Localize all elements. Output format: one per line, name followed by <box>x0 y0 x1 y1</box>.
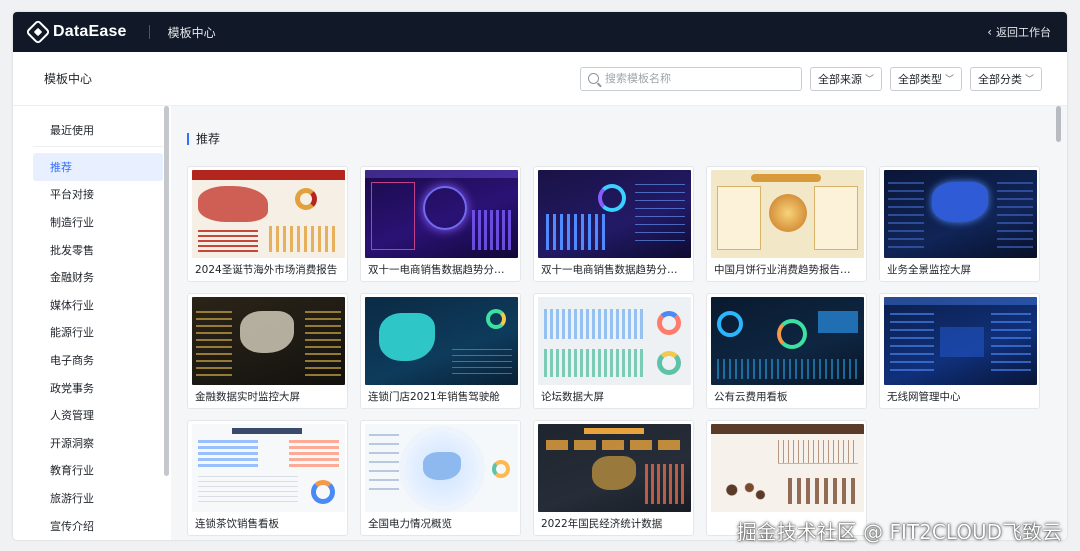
template-card[interactable]: 2024圣诞节海外市场消费报告 <box>187 166 348 282</box>
type-filter-select[interactable]: 全部类型 ﹀ <box>890 66 962 91</box>
template-card[interactable]: 连锁门店2021年销售驾驶舱 <box>360 293 521 409</box>
template-grid: 2024圣诞节海外市场消费报告 双十一电商销售数据趋势分析-2... 双十一电商… <box>187 166 1067 536</box>
template-name: 2024圣诞节海外市场消费报告 <box>195 264 338 276</box>
breadcrumb: 模板中心 <box>44 72 93 86</box>
template-name: 双十一电商销售数据趋势分析-... <box>541 264 692 276</box>
sidebar-item-recommended[interactable]: 推荐 <box>33 153 163 181</box>
template-card[interactable]: 连锁茶饮销售看板 <box>187 420 348 536</box>
sidebar-item-promotion[interactable]: 宣传介绍 <box>33 512 163 540</box>
category-filter-select[interactable]: 全部分类 ﹀ <box>970 66 1042 91</box>
sidebar-item-education[interactable]: 教育行业 <box>33 457 163 485</box>
sidebar-item-retail[interactable]: 批发零售 <box>33 236 163 264</box>
search-box[interactable] <box>580 66 802 91</box>
select-value: 全部分类 <box>978 72 1022 86</box>
select-value: 全部来源 <box>818 72 862 86</box>
brand-name: DataEase <box>53 23 127 40</box>
template-card[interactable]: 2022年国民经济统计数据 <box>533 420 694 536</box>
template-name: 业务全景监控大屏 <box>887 264 971 276</box>
template-card[interactable]: 双十一电商销售数据趋势分析-2... <box>360 166 521 282</box>
template-thumbnail <box>884 297 1037 385</box>
nav-title: 模板中心 <box>167 25 216 40</box>
search-input[interactable] <box>605 72 785 85</box>
template-name: 金融数据实时监控大屏 <box>195 391 300 403</box>
template-name: 全国电力情况概览 <box>368 518 452 530</box>
template-thumbnail <box>192 297 345 385</box>
template-thumbnail <box>192 170 345 258</box>
search-icon <box>588 73 599 84</box>
sidebar-scrollbar[interactable] <box>164 106 169 476</box>
template-thumbnail <box>538 424 691 512</box>
template-card[interactable]: 金融数据实时监控大屏 <box>187 293 348 409</box>
section-accent-bar <box>187 132 189 145</box>
template-card[interactable]: 论坛数据大屏 <box>533 293 694 409</box>
nav-divider <box>148 25 150 39</box>
template-thumbnail <box>365 170 518 258</box>
back-to-workbench-button[interactable]: ‹ 返回工作台 <box>987 24 1051 40</box>
template-thumbnail <box>538 170 691 258</box>
top-nav-bar: DataEase 模板中心 ‹ 返回工作台 <box>13 12 1067 52</box>
template-thumbnail <box>365 297 518 385</box>
template-name: 公有云费用看板 <box>714 391 788 403</box>
page-header: 模板中心 全部来源 ﹀ 全部类型 ﹀ 全部分类 ﹀ <box>13 52 1067 106</box>
source-filter-select[interactable]: 全部来源 ﹀ <box>810 66 882 91</box>
app-window: DataEase 模板中心 ‹ 返回工作台 模板中心 全部来源 ﹀ 全部类型 ﹀… <box>13 12 1067 540</box>
template-name: 2022年国民经济统计数据 <box>541 518 663 530</box>
sidebar-item-manufacturing[interactable]: 制造行业 <box>33 208 163 236</box>
dataease-logo-icon <box>25 19 51 45</box>
sidebar-item-recent[interactable]: 最近使用 <box>33 113 163 147</box>
template-card[interactable]: 全国电力情况概览 <box>360 420 521 536</box>
template-card[interactable]: 中国月饼行业消费趋势报告（... <box>706 166 867 282</box>
select-value: 全部类型 <box>898 72 942 86</box>
back-label: 返回工作台 <box>996 26 1051 39</box>
chevron-down-icon: ﹀ <box>944 75 954 85</box>
watermark-text: 掘金技术社区 @ FIT2CLOUD飞致云 <box>736 520 1062 544</box>
template-thumbnail <box>711 170 864 258</box>
content-scrollbar[interactable] <box>1056 106 1061 142</box>
template-name: 无线网管理中心 <box>887 391 961 403</box>
template-thumbnail <box>884 170 1037 258</box>
chevron-left-icon: ‹ <box>987 25 992 39</box>
template-thumbnail <box>365 424 518 512</box>
template-card[interactable]: 无线网管理中心 <box>879 293 1040 409</box>
template-content: 推荐 2024圣诞节海外市场消费报告 双十一电商销售数据趋势分析-2... 双十… <box>171 106 1067 540</box>
template-thumbnail <box>711 297 864 385</box>
template-thumbnail <box>711 424 864 512</box>
chevron-down-icon: ﹀ <box>1024 75 1034 85</box>
template-name: 双十一电商销售数据趋势分析-2... <box>368 264 520 276</box>
category-sidebar: 最近使用 推荐 平台对接 制造行业 批发零售 金融财务 媒体行业 能源行业 电子… <box>13 106 171 540</box>
sidebar-item-hr[interactable]: 人资管理 <box>33 401 163 429</box>
template-name: 连锁茶饮销售看板 <box>195 518 279 530</box>
chevron-down-icon: ﹀ <box>864 75 874 85</box>
sidebar-item-open-source[interactable]: 开源洞察 <box>33 429 163 457</box>
sidebar-item-party-affairs[interactable]: 政党事务 <box>33 374 163 402</box>
template-name: 论坛数据大屏 <box>541 391 604 403</box>
template-card[interactable]: 双十一电商销售数据趋势分析-... <box>533 166 694 282</box>
section-title: 推荐 <box>196 132 221 146</box>
sidebar-item-ecommerce[interactable]: 电子商务 <box>33 346 163 374</box>
template-name: 连锁门店2021年销售驾驶舱 <box>368 391 500 403</box>
sidebar-item-platform[interactable]: 平台对接 <box>33 181 163 209</box>
main-area: 最近使用 推荐 平台对接 制造行业 批发零售 金融财务 媒体行业 能源行业 电子… <box>13 106 1067 540</box>
sidebar-item-tourism[interactable]: 旅游行业 <box>33 484 163 512</box>
sidebar-item-media[interactable]: 媒体行业 <box>33 291 163 319</box>
template-thumbnail <box>538 297 691 385</box>
template-card[interactable]: 业务全景监控大屏 <box>879 166 1040 282</box>
template-card[interactable]: 公有云费用看板 <box>706 293 867 409</box>
brand-logo[interactable]: DataEase <box>25 19 127 45</box>
section-header: 推荐 <box>187 130 1067 147</box>
template-name: 中国月饼行业消费趋势报告（... <box>714 264 861 276</box>
sidebar-item-finance[interactable]: 金融财务 <box>33 263 163 291</box>
template-thumbnail <box>192 424 345 512</box>
sidebar-item-energy[interactable]: 能源行业 <box>33 319 163 347</box>
